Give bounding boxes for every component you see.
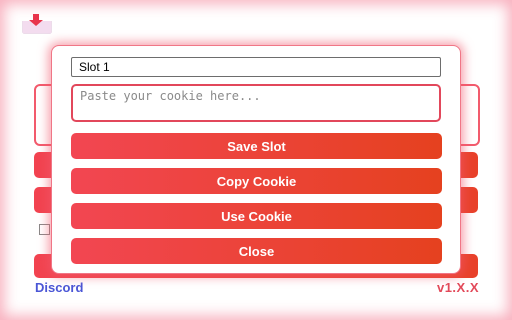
version-label: v1.X.X (436, 280, 479, 295)
use-cookie-button[interactable]: Use Cookie (71, 203, 442, 229)
discord-link[interactable]: Discord (35, 280, 83, 295)
background-checkbox (39, 224, 50, 235)
slot-name-input[interactable] (71, 57, 441, 77)
close-button[interactable]: Close (71, 238, 442, 264)
download-icon[interactable] (22, 12, 52, 34)
slot-modal: Save Slot Copy Cookie Use Cookie Close (51, 45, 461, 274)
copy-cookie-button[interactable]: Copy Cookie (71, 168, 442, 194)
save-slot-button[interactable]: Save Slot (71, 133, 442, 159)
cookie-textarea[interactable] (71, 84, 441, 122)
